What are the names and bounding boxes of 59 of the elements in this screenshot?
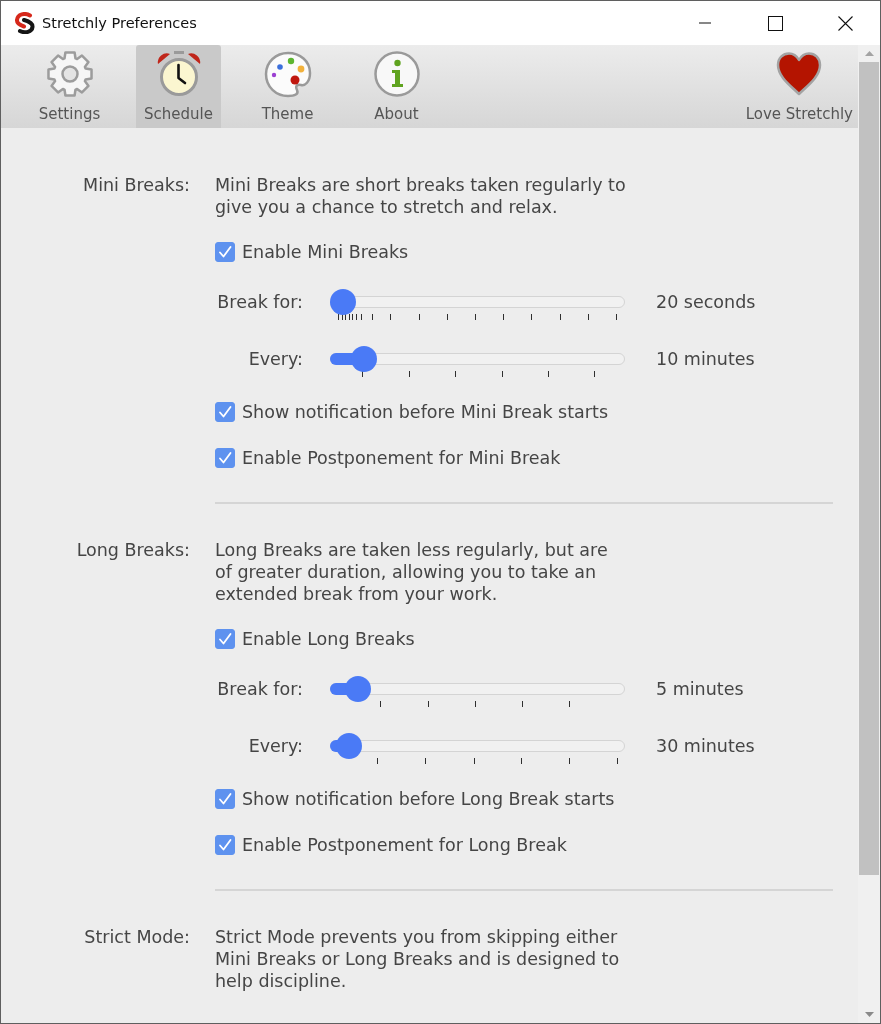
close-icon [837,15,853,31]
caret-up-icon [864,51,874,56]
slider-fill [330,683,348,695]
section-label: Long Breaks: [76,539,190,561]
window-title: Stretchly Preferences [42,15,197,31]
app-logo-icon [14,12,36,34]
section-label: Strict Mode: [84,926,190,948]
checkbox[interactable] [215,835,235,855]
palette-icon [263,50,312,98]
section-description: Strict Mode prevents you from skipping either Mini Breaks or Long Breaks and is designed to help discipline. [215,926,621,992]
slider-thumb[interactable] [335,733,362,759]
checkbox-label[interactable]: Show notification before Long Break starts [242,789,615,809]
checkbox[interactable] [215,629,235,649]
minimize-icon [699,22,711,24]
slider-value: 10 minutes [656,348,755,371]
slider-thumb[interactable] [330,289,357,315]
maximize-icon [767,15,783,31]
checkmark-icon [218,838,232,852]
checkbox-label[interactable]: Enable Postponement for Mini Break [242,448,561,468]
slider-fill [330,353,354,365]
checkmark-icon [218,245,232,259]
tab[interactable]: Settings [27,45,112,128]
slider-label: Break for: [216,678,303,701]
slider-value: 20 seconds [656,291,756,314]
slider-label: Every: [247,735,303,758]
slider-thumb[interactable] [344,676,371,702]
checkmark-icon [218,792,232,806]
gear-icon [45,50,94,98]
scrollbar-thumb[interactable] [859,62,879,875]
caret-down-icon [864,1012,874,1017]
section-description: Mini Breaks are short breaks taken regularly to give you a chance to stretch and relax. [215,174,627,218]
checkmark-icon [218,405,232,419]
slider[interactable] [330,346,625,378]
slider[interactable] [330,733,625,765]
checkmark-icon [218,451,232,465]
tab[interactable]: Schedule [136,45,221,128]
checkbox-label[interactable]: Enable Mini Breaks [242,242,409,262]
slider-value: 5 minutes [656,678,744,701]
checkbox[interactable] [215,402,235,422]
slider[interactable] [330,676,625,708]
checkbox[interactable] [215,789,235,809]
slider[interactable] [330,289,625,321]
info-icon [372,50,421,98]
tab[interactable]: Theme [245,45,330,128]
tab[interactable]: About [354,45,439,128]
heart-icon [775,50,824,98]
checkbox-label[interactable]: Show notification before Mini Break starts [242,402,608,422]
love-button[interactable]: Love Stretchly [743,45,855,128]
checkbox[interactable] [215,242,235,262]
checkbox[interactable] [215,448,235,468]
checkbox-label[interactable]: Enable Postponement for Long Break [242,835,567,855]
slider-thumb[interactable] [350,346,377,372]
checkmark-icon [218,632,232,646]
slider-value: 30 minutes [656,735,755,758]
section-description: Long Breaks are taken less regularly, but are of greater duration, allowing you to take an extended break from your work. [215,539,609,605]
slider-label: Break for: [216,291,303,314]
section-label: Mini Breaks: [83,174,190,196]
checkbox-label[interactable]: Enable Long Breaks [242,629,415,649]
slider-label: Every: [247,348,303,371]
